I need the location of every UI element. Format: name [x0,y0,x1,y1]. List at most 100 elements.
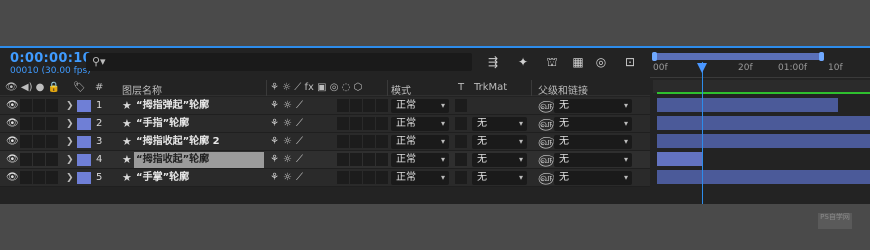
layer-name[interactable]: “拇指弹起”轮廓 [136,97,209,115]
collapse-icon[interactable]: ☼ [283,169,292,187]
switch-slot[interactable] [363,117,375,130]
layer-row[interactable]: 👁 ❯ 5 ★ “手掌”轮廓 ⚘ ☼ ⟋ 正常 ▾ 无 ▾ ௵ 无 ▾ [0,169,650,187]
layer-name[interactable]: “手掌”轮廓 [136,169,189,187]
layer-duration-bar[interactable] [657,152,702,166]
time-ruler[interactable]: 00f 20f 01:00f 10f [650,61,870,78]
collapse-icon[interactable]: ☼ [283,133,292,151]
blend-mode-select[interactable]: 正常 ▾ [391,153,449,167]
switch-slot[interactable] [376,99,388,112]
expand-chevron-icon[interactable]: ❯ [66,115,74,133]
label-color-swatch[interactable] [77,154,91,166]
layer-row[interactable]: 👁 ❯ 1 ★ “拇指弹起”轮廓 ⚘ ☼ ⟋ 正常 ▾ ௵ 无 ▾ [0,97,650,115]
switch-slot[interactable] [337,117,349,130]
switch-slot[interactable] [363,153,375,166]
current-time-indicator[interactable] [702,62,703,204]
eye-icon[interactable]: 👁 [6,151,19,169]
current-time-display[interactable]: 0:00:00:10 [10,51,92,66]
layer-name[interactable]: “拇指收起”轮廓 [134,152,264,168]
column-mode[interactable]: 模式 [391,82,411,97]
switch-slot[interactable] [376,153,388,166]
shy-icon[interactable]: ⚘ [270,169,279,187]
solo-toggle[interactable] [33,99,45,112]
audio-toggle[interactable] [20,99,32,112]
layer-row[interactable]: 👁 ❯ 2 ★ “手指”轮廓 ⚘ ☼ ⟋ 正常 ▾ 无 ▾ ௵ 无 ▾ [0,115,650,133]
shy-layers-icon[interactable]: ⛫ [543,53,561,71]
expand-chevron-icon[interactable]: ❯ [66,151,74,169]
preserve-transparency-toggle[interactable] [455,153,467,166]
trkmat-select[interactable]: 无 ▾ [472,153,527,167]
parent-select[interactable]: 无 ▾ [554,171,632,185]
lock-toggle[interactable] [46,153,58,166]
layer-search-input[interactable]: ⚲▾ [86,53,472,71]
quality-icon[interactable]: ⟋ [296,151,303,169]
quality-icon[interactable]: ⟋ [296,115,303,133]
expand-chevron-icon[interactable]: ❯ [66,133,74,151]
comp-flowchart-icon[interactable]: ⇶ [484,53,502,71]
switch-slot[interactable] [376,117,388,130]
layer-row[interactable]: 👁 ❯ 4 ★ “拇指收起”轮廓 ⚘ ☼ ⟋ 正常 ▾ 无 ▾ ௵ 无 ▾ [0,151,650,169]
switch-slot[interactable] [350,153,362,166]
solo-toggle[interactable] [33,171,45,184]
trkmat-select[interactable]: 无 ▾ [472,171,527,185]
audio-toggle[interactable] [20,153,32,166]
shy-icon[interactable]: ⚘ [270,115,279,133]
trkmat-select[interactable]: 无 ▾ [472,135,527,149]
switch-slot[interactable] [350,171,362,184]
blend-mode-select[interactable]: 正常 ▾ [391,99,449,113]
solo-toggle[interactable] [33,117,45,130]
collapse-icon[interactable]: ☼ [283,97,292,115]
switch-slot[interactable] [376,135,388,148]
column-parent[interactable]: 父级和链接 [538,82,588,97]
eye-icon[interactable]: 👁 [6,133,19,151]
navigator-start-handle[interactable] [652,52,657,61]
graph-editor-icon[interactable]: ⊡ [621,53,639,71]
switch-slot[interactable] [363,171,375,184]
lock-toggle[interactable] [46,171,58,184]
eye-icon[interactable]: 👁 [6,115,19,133]
trkmat-select[interactable]: 无 ▾ [472,117,527,131]
column-layer-name[interactable]: 图层名称 [122,82,162,97]
layer-row[interactable]: 👁 ❯ 3 ★ “拇指收起”轮廓 2 ⚘ ☼ ⟋ 正常 ▾ 无 ▾ ௵ 无 ▾ [0,133,650,151]
blend-mode-select[interactable]: 正常 ▾ [391,117,449,131]
draft-3d-icon[interactable]: ✦ [514,53,532,71]
switch-slot[interactable] [363,135,375,148]
shy-icon[interactable]: ⚘ [270,97,279,115]
switch-slot[interactable] [376,171,388,184]
layer-duration-bar[interactable] [657,98,838,112]
preserve-transparency-toggle[interactable] [455,135,467,148]
column-trkmat[interactable]: TrkMat [474,82,507,93]
expand-chevron-icon[interactable]: ❯ [66,97,74,115]
quality-icon[interactable]: ⟋ [296,133,303,151]
parent-select[interactable]: 无 ▾ [554,153,632,167]
eye-icon[interactable]: 👁 [6,169,19,187]
layer-duration-bar[interactable] [657,134,870,148]
playhead-handle[interactable] [697,63,707,73]
lock-toggle[interactable] [46,99,58,112]
audio-toggle[interactable] [20,135,32,148]
label-color-swatch[interactable] [77,118,91,130]
switch-slot[interactable] [350,135,362,148]
switch-slot[interactable] [337,135,349,148]
layer-name[interactable]: “拇指收起”轮廓 2 [136,133,220,151]
quality-icon[interactable]: ⟋ [296,97,303,115]
switch-slot[interactable] [337,171,349,184]
label-color-swatch[interactable] [77,136,91,148]
frame-blending-icon[interactable]: ▦ [569,53,587,71]
parent-select[interactable]: 无 ▾ [554,135,632,149]
layer-duration-bar[interactable] [657,170,870,184]
audio-toggle[interactable] [20,117,32,130]
parent-select[interactable]: 无 ▾ [554,99,632,113]
shy-icon[interactable]: ⚘ [270,133,279,151]
motion-blur-icon[interactable]: ◎ [592,53,610,71]
solo-toggle[interactable] [33,153,45,166]
label-color-swatch[interactable] [77,172,91,184]
preserve-transparency-toggle[interactable] [455,171,467,184]
layer-duration-bar[interactable] [657,116,870,130]
collapse-icon[interactable]: ☼ [283,151,292,169]
lock-toggle[interactable] [46,117,58,130]
switch-slot[interactable] [337,153,349,166]
switch-slot[interactable] [350,117,362,130]
eye-icon[interactable]: 👁 [6,97,19,115]
shy-icon[interactable]: ⚘ [270,151,279,169]
switch-slot[interactable] [337,99,349,112]
